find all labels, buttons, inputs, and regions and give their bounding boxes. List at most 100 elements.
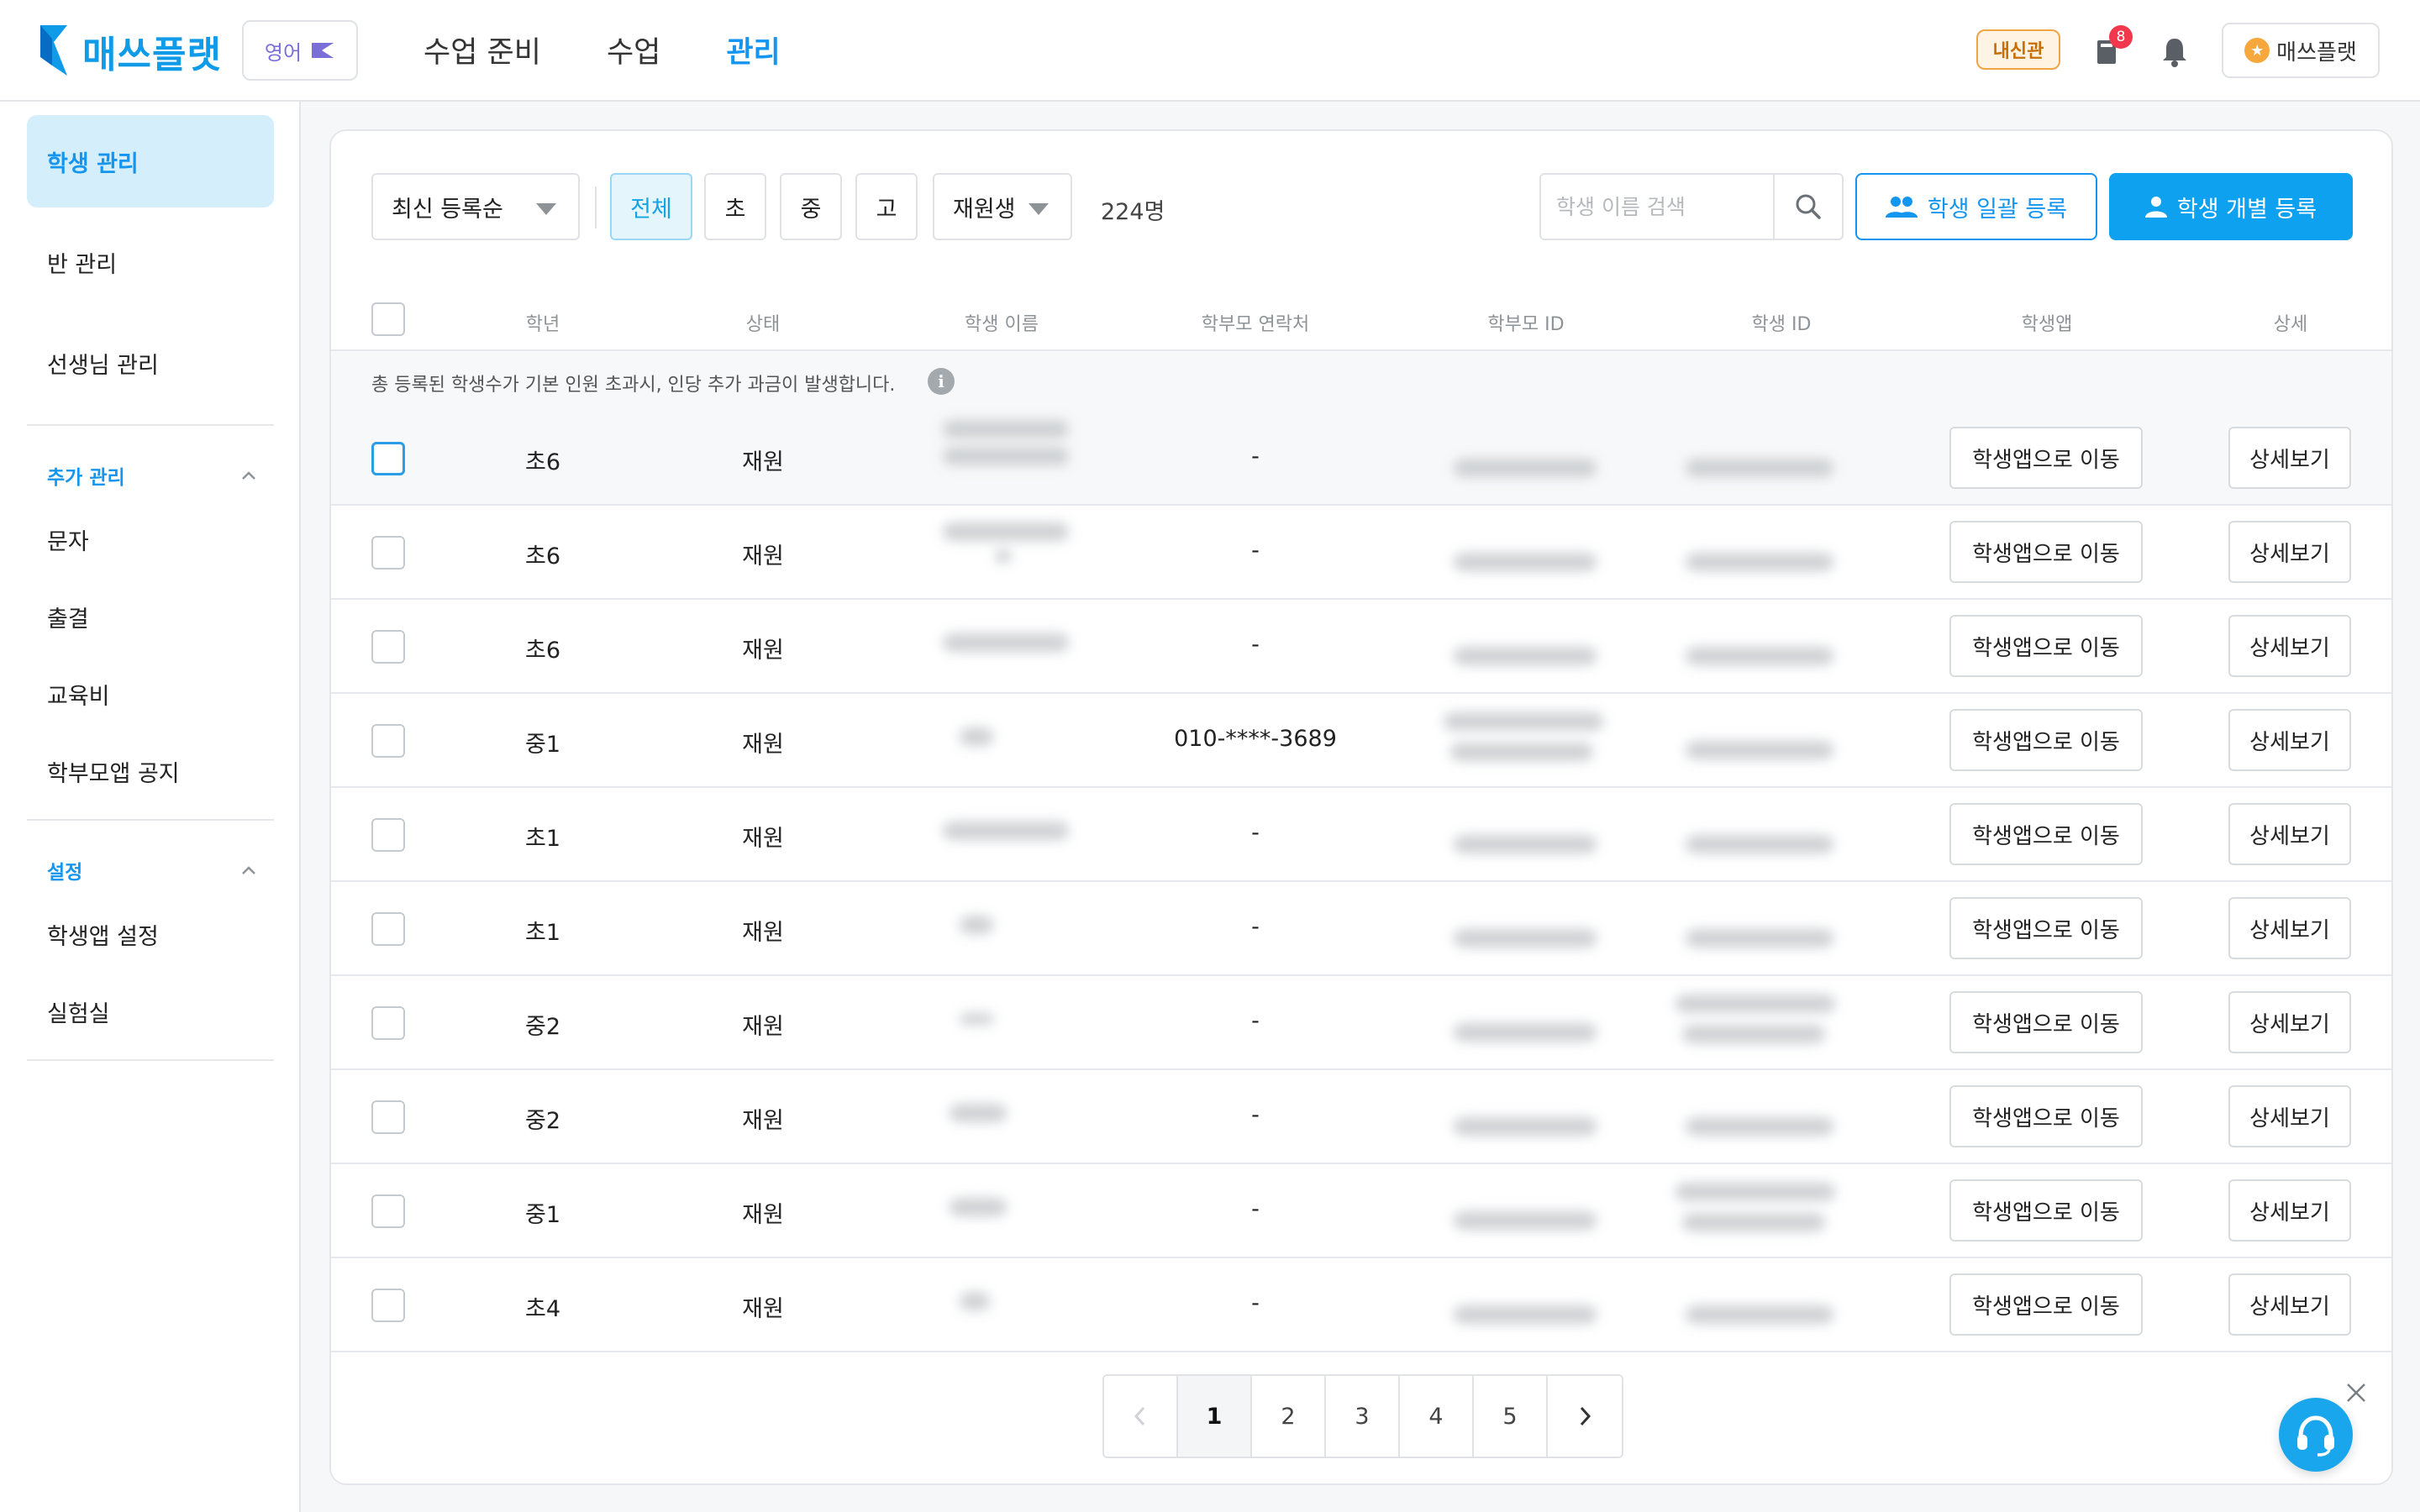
sidebar-item-parent-app-notice[interactable]: 학부모앱 공지 — [47, 755, 180, 788]
language-toggle-button[interactable]: 영어 — [242, 20, 358, 81]
sidebar-section-extra[interactable]: 추가 관리 — [47, 461, 257, 490]
select-all-checkbox[interactable] — [371, 302, 405, 336]
table-row[interactable]: 중2 재원 - 학생앱으로 이동 상세보기 — [331, 1070, 2391, 1164]
status-select[interactable]: 재원생 — [933, 173, 1072, 240]
search-input[interactable] — [1541, 175, 1773, 239]
info-icon[interactable]: i — [928, 368, 955, 395]
nav-management[interactable]: 관리 — [726, 29, 780, 71]
go-to-student-app-button[interactable]: 학생앱으로 이동 — [1949, 521, 2143, 583]
go-to-student-app-button[interactable]: 학생앱으로 이동 — [1949, 1273, 2143, 1336]
table-row[interactable]: 초1 재원 - 학생앱으로 이동 상세보기 — [331, 788, 2391, 882]
parent-phone-cell: - — [1251, 820, 1260, 846]
table-row[interactable]: 초6 재원 - 학생앱으로 이동 상세보기 — [331, 506, 2391, 600]
student-id-redacted — [1676, 1183, 1835, 1201]
parent-id-redacted — [1444, 712, 1603, 731]
view-detail-button[interactable]: 상세보기 — [2228, 615, 2351, 677]
search-button[interactable] — [1773, 175, 1842, 239]
view-detail-button[interactable]: 상세보기 — [2228, 709, 2351, 771]
go-to-student-app-button[interactable]: 학생앱으로 이동 — [1949, 709, 2143, 771]
view-detail-button[interactable]: 상세보기 — [2228, 427, 2351, 489]
bulk-register-button[interactable]: 학생 일괄 등록 — [1855, 173, 2097, 240]
col-student-id: 학생 ID — [1751, 314, 1812, 335]
parent-id-redacted — [1454, 459, 1597, 477]
sidebar: 학생 관리 반 관리 선생님 관리 추가 관리 문자 출결 교육비 학부모앱 공… — [0, 102, 301, 1512]
view-detail-button[interactable]: 상세보기 — [2228, 803, 2351, 865]
page-button-2[interactable]: 2 — [1252, 1376, 1326, 1457]
row-checkbox[interactable] — [371, 442, 405, 475]
table-row[interactable]: 초6 재원 - 학생앱으로 이동 상세보기 — [331, 600, 2391, 694]
users-icon — [1885, 197, 1918, 218]
parent-phone-cell: - — [1251, 1290, 1260, 1316]
go-to-student-app-button[interactable]: 학생앱으로 이동 — [1949, 427, 2143, 489]
go-to-student-app-button[interactable]: 학생앱으로 이동 — [1949, 1179, 2143, 1242]
logo[interactable]: 매쓰플랫 — [37, 24, 222, 79]
table-row[interactable]: 초4 재원 - 학생앱으로 이동 상세보기 — [331, 1258, 2391, 1352]
page-button-4[interactable]: 4 — [1400, 1376, 1474, 1457]
headset-icon — [2297, 1415, 2334, 1457]
nav-class[interactable]: 수업 — [607, 29, 660, 71]
sidebar-divider — [27, 819, 274, 821]
go-to-student-app-button[interactable]: 학생앱으로 이동 — [1949, 615, 2143, 677]
row-checkbox[interactable] — [371, 536, 405, 570]
view-detail-button[interactable]: 상세보기 — [2228, 897, 2351, 959]
go-to-student-app-button[interactable]: 학생앱으로 이동 — [1949, 991, 2143, 1053]
sort-select[interactable]: 최신 등록순 — [371, 173, 580, 240]
table-row[interactable]: 초6 재원 - 학생앱으로 이동 상세보기 — [331, 412, 2391, 506]
row-checkbox[interactable] — [371, 630, 405, 664]
bell-icon[interactable] — [2160, 35, 2190, 67]
next-page-button[interactable] — [1548, 1376, 1622, 1457]
row-checkbox[interactable] — [371, 818, 405, 852]
sidebar-section-settings[interactable]: 설정 — [47, 856, 257, 885]
page-button-3[interactable]: 3 — [1326, 1376, 1400, 1457]
table-row[interactable]: 중2 재원 - 학생앱으로 이동 상세보기 — [331, 976, 2391, 1070]
view-detail-button[interactable]: 상세보기 — [2228, 1179, 2351, 1242]
single-register-button[interactable]: 학생 개별 등록 — [2109, 173, 2353, 240]
page-button-1[interactable]: 1 — [1178, 1376, 1252, 1457]
view-detail-button[interactable]: 상세보기 — [2228, 521, 2351, 583]
grade-cell: 초6 — [524, 543, 561, 570]
level-chip-high[interactable]: 고 — [855, 173, 918, 240]
table-row[interactable]: 중1 재원 010-****-3689 학생앱으로 이동 상세보기 — [331, 694, 2391, 788]
student-id-redacted — [1686, 741, 1833, 759]
sidebar-item-student-management[interactable]: 학생 관리 — [27, 115, 274, 207]
level-chip-all[interactable]: 전체 — [610, 173, 692, 240]
page-button-5[interactable]: 5 — [1474, 1376, 1548, 1457]
row-checkbox[interactable] — [371, 1006, 405, 1040]
close-icon[interactable] — [2344, 1381, 2368, 1404]
nav-class-prep[interactable]: 수업 준비 — [424, 29, 541, 71]
col-student-name: 학생 이름 — [965, 314, 1039, 335]
sidebar-item-tuition[interactable]: 교육비 — [47, 678, 110, 711]
sidebar-item-student-app-settings[interactable]: 학생앱 설정 — [47, 918, 159, 951]
view-detail-button[interactable]: 상세보기 — [2228, 1273, 2351, 1336]
row-checkbox[interactable] — [371, 1194, 405, 1228]
row-checkbox[interactable] — [371, 1100, 405, 1134]
customer-support-button[interactable] — [2279, 1398, 2353, 1472]
table-row[interactable]: 초1 재원 - 학생앱으로 이동 상세보기 — [331, 882, 2391, 976]
go-to-student-app-button[interactable]: 학생앱으로 이동 — [1949, 803, 2143, 865]
sidebar-item-lab[interactable]: 실험실 — [47, 995, 110, 1028]
sidebar-item-attendance[interactable]: 출결 — [47, 601, 89, 633]
student-name-redacted — [960, 916, 993, 934]
col-grade: 학년 — [525, 314, 560, 335]
student-list-card: 최신 등록순 전체 초 중 고 재원생 224명 학생 일괄 등록 학생 개별 … — [329, 129, 2393, 1485]
prev-page-button[interactable] — [1104, 1376, 1178, 1457]
table-row[interactable]: 중1 재원 - 학생앱으로 이동 상세보기 — [331, 1164, 2391, 1258]
sidebar-item-teacher-management[interactable]: 선생님 관리 — [27, 317, 274, 409]
student-name-redacted — [995, 549, 1012, 563]
go-to-student-app-button[interactable]: 학생앱으로 이동 — [1949, 897, 2143, 959]
view-detail-button[interactable]: 상세보기 — [2228, 991, 2351, 1053]
sidebar-item-sms[interactable]: 문자 — [47, 523, 89, 556]
parent-id-redacted — [1454, 553, 1597, 571]
row-checkbox[interactable] — [371, 1289, 405, 1322]
level-chip-middle[interactable]: 중 — [780, 173, 842, 240]
profile-button[interactable]: ★ 매쓰플랫 — [2222, 23, 2380, 78]
chevron-right-icon — [1580, 1406, 1591, 1426]
go-to-student-app-button[interactable]: 학생앱으로 이동 — [1949, 1085, 2143, 1147]
sidebar-item-class-management[interactable]: 반 관리 — [27, 216, 274, 308]
row-checkbox[interactable] — [371, 724, 405, 758]
school-badge[interactable]: 내신관 — [1976, 29, 2060, 70]
row-checkbox[interactable] — [371, 912, 405, 946]
level-chip-elementary[interactable]: 초 — [704, 173, 766, 240]
view-detail-button[interactable]: 상세보기 — [2228, 1085, 2351, 1147]
student-name-redacted — [960, 1292, 990, 1310]
